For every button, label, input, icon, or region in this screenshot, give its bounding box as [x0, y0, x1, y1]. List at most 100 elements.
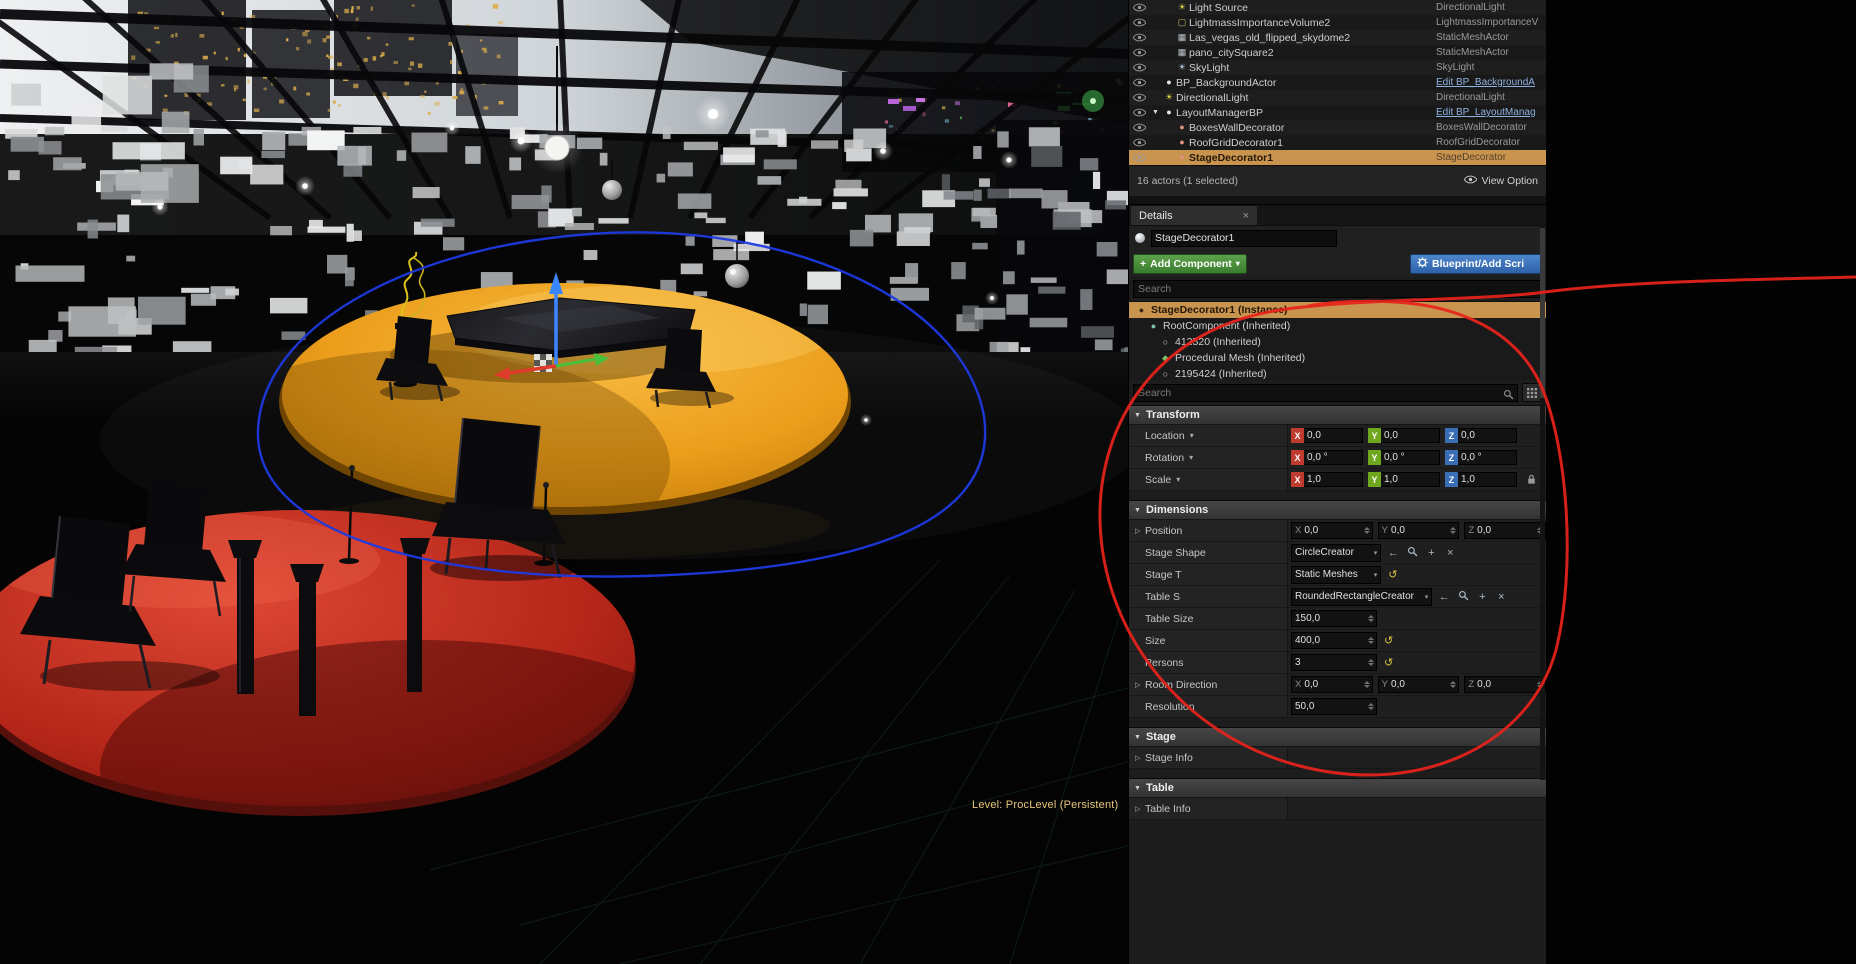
search-input[interactable] — [1133, 280, 1542, 298]
visibility-eye-icon[interactable] — [1133, 138, 1149, 147]
outliner-row[interactable]: ●RoofGridDecorator1RoofGridDecorator — [1129, 135, 1546, 150]
view-options-button[interactable]: View Option — [1464, 175, 1538, 187]
number-field[interactable]: 150,0 — [1291, 610, 1377, 627]
viewport-3d[interactable]: Level: ProcLevel (Persistent) — [0, 0, 1128, 964]
outliner-row[interactable]: ☀Light SourceDirectionalLight — [1129, 0, 1546, 15]
expander-icon[interactable]: ▷ — [1135, 805, 1145, 813]
caret-down-icon[interactable]: ▾ — [1176, 475, 1180, 484]
outliner-row[interactable]: ●BoxesWallDecoratorBoxesWallDecorator — [1129, 120, 1546, 135]
spinner-arrows[interactable] — [1368, 615, 1374, 622]
axis-z-field[interactable]: Z0,0 — [1464, 522, 1546, 539]
reset-to-default-icon[interactable]: ↺ — [1388, 568, 1397, 581]
lock-icon[interactable] — [1527, 474, 1536, 485]
details-scrollbar[interactable] — [1540, 220, 1545, 780]
tab-details[interactable]: Details × — [1131, 206, 1257, 225]
visibility-eye-icon[interactable] — [1133, 123, 1149, 132]
edit-blueprint-link[interactable]: Edit BP_BackgroundA — [1436, 77, 1546, 88]
visibility-eye-icon[interactable] — [1133, 48, 1149, 57]
section-header-table[interactable]: ▼Table — [1129, 778, 1546, 798]
axis-x-field[interactable]: X0,0 ° — [1291, 450, 1363, 465]
use-selected-asset-icon[interactable]: ← — [1437, 591, 1451, 603]
outliner-row[interactable]: ☀DirectionalLightDirectionalLight — [1129, 90, 1546, 105]
axis-x-field[interactable]: X0,0 — [1291, 522, 1373, 539]
number-field[interactable]: 400,0 — [1291, 632, 1377, 649]
component-row[interactable]: ●RootComponent (Inherited) — [1129, 318, 1546, 334]
axis-x-field[interactable]: X1,0 — [1291, 472, 1363, 487]
outliner-row[interactable]: ●StageDecorator1StageDecorator — [1129, 150, 1546, 165]
use-selected-asset-icon[interactable]: ← — [1386, 547, 1400, 559]
axis-z-field[interactable]: Z1,0 — [1445, 472, 1517, 487]
section-header-transform[interactable]: ▼Transform — [1129, 405, 1546, 425]
property-row: ▷Table Info — [1129, 798, 1546, 820]
expander-icon[interactable]: ▷ — [1135, 527, 1145, 535]
expander-open-icon[interactable]: ▼ — [1152, 109, 1162, 116]
reset-to-default-icon[interactable]: ↺ — [1384, 634, 1393, 647]
clear-icon[interactable]: × — [1494, 591, 1508, 603]
section-header-dimensions[interactable]: ▼Dimensions — [1129, 500, 1546, 520]
visibility-eye-icon[interactable] — [1133, 3, 1149, 12]
spinner-arrows[interactable] — [1368, 637, 1374, 644]
component-row[interactable]: ◆Procedural Mesh (Inherited) — [1129, 350, 1546, 366]
property-label: Stage T — [1129, 569, 1287, 581]
visibility-eye-icon[interactable] — [1133, 108, 1149, 117]
axis-y-field[interactable]: Y0,0 — [1378, 522, 1460, 539]
number-field[interactable]: 50,0 — [1291, 698, 1377, 715]
axis-z-field[interactable]: Z0,0 ° — [1445, 450, 1517, 465]
spinner-arrows[interactable] — [1364, 681, 1370, 688]
spinner-arrows[interactable] — [1368, 659, 1374, 666]
property-name: Location — [1145, 430, 1185, 442]
axis-x-field[interactable]: X0,0 — [1291, 676, 1373, 693]
component-row[interactable]: ○412520 (Inherited) — [1129, 334, 1546, 350]
property-search-input[interactable] — [1133, 384, 1518, 402]
component-row[interactable]: ●StageDecorator1 (Instance) — [1129, 302, 1546, 318]
visibility-eye-icon[interactable] — [1133, 18, 1149, 27]
outliner-row[interactable]: ●BP_BackgroundActorEdit BP_BackgroundA — [1129, 75, 1546, 90]
add-element-icon[interactable]: + — [1424, 547, 1438, 559]
outliner-row[interactable]: ☀SkyLightSkyLight — [1129, 60, 1546, 75]
actor-name-input[interactable] — [1151, 230, 1337, 247]
panel-splitter[interactable] — [1129, 196, 1546, 205]
clear-icon[interactable]: × — [1443, 547, 1457, 559]
axis-z-field[interactable]: Z0,0 — [1445, 428, 1517, 443]
add-element-icon[interactable]: + — [1475, 591, 1489, 603]
expander-icon[interactable]: ▷ — [1135, 754, 1145, 762]
axis-y-field[interactable]: Y0,0 ° — [1368, 450, 1440, 465]
axis-x-field[interactable]: X0,0 — [1291, 428, 1363, 443]
axis-y-field[interactable]: Y0,0 — [1378, 676, 1460, 693]
axis-z-field[interactable]: Z0,0 — [1464, 676, 1546, 693]
dropdown-field[interactable]: Static Meshes▾ — [1291, 566, 1381, 584]
dropdown-field[interactable]: RoundedRectangleCreator▾ — [1291, 588, 1432, 606]
caret-down-icon[interactable]: ▾ — [1189, 453, 1193, 462]
section-header-stage[interactable]: ▼Stage — [1129, 727, 1546, 747]
caret-down-icon[interactable]: ▾ — [1190, 431, 1194, 440]
outliner-row[interactable]: ▦pano_citySquare2StaticMeshActor — [1129, 45, 1546, 60]
add-component-button[interactable]: + Add Component ▾ — [1133, 254, 1247, 274]
browse-asset-icon[interactable] — [1405, 546, 1419, 560]
visibility-eye-icon[interactable] — [1133, 33, 1149, 42]
axis-y-field[interactable]: Y1,0 — [1368, 472, 1440, 487]
number-field[interactable]: 3 — [1291, 654, 1377, 671]
outliner-rows: ☀Light SourceDirectionalLight▢LightmassI… — [1129, 0, 1546, 165]
reset-to-default-icon[interactable]: ↺ — [1384, 656, 1393, 669]
outliner-row[interactable]: ▦Las_vegas_old_flipped_skydome2StaticMes… — [1129, 30, 1546, 45]
edit-blueprint-link[interactable]: Edit BP_LayoutManag — [1436, 107, 1546, 118]
spinner-arrows[interactable] — [1364, 527, 1370, 534]
spinner-arrows[interactable] — [1450, 681, 1456, 688]
dropdown-field[interactable]: CircleCreator▾ — [1291, 544, 1381, 562]
visibility-eye-icon[interactable] — [1133, 153, 1149, 162]
visibility-eye-icon[interactable] — [1133, 78, 1149, 87]
axis-y-field[interactable]: Y0,0 — [1368, 428, 1440, 443]
expander-icon[interactable]: ▷ — [1135, 681, 1145, 689]
outliner-row[interactable]: ▼●LayoutManagerBPEdit BP_LayoutManag — [1129, 105, 1546, 120]
blueprint-add-script-button[interactable]: Blueprint/Add Scri — [1410, 254, 1542, 274]
outliner-row[interactable]: ▢LightmassImportanceVolume2LightmassImpo… — [1129, 15, 1546, 30]
browse-asset-icon[interactable] — [1456, 590, 1470, 604]
visibility-eye-icon[interactable] — [1133, 93, 1149, 102]
close-icon[interactable]: × — [1243, 210, 1249, 222]
details-tabbar: Details × — [1129, 205, 1546, 225]
visibility-eye-icon[interactable] — [1133, 63, 1149, 72]
spinner-arrows[interactable] — [1450, 527, 1456, 534]
component-row[interactable]: ○2195424 (Inherited) — [1129, 366, 1546, 380]
grid-view-icon[interactable] — [1522, 383, 1542, 402]
spinner-arrows[interactable] — [1368, 703, 1374, 710]
